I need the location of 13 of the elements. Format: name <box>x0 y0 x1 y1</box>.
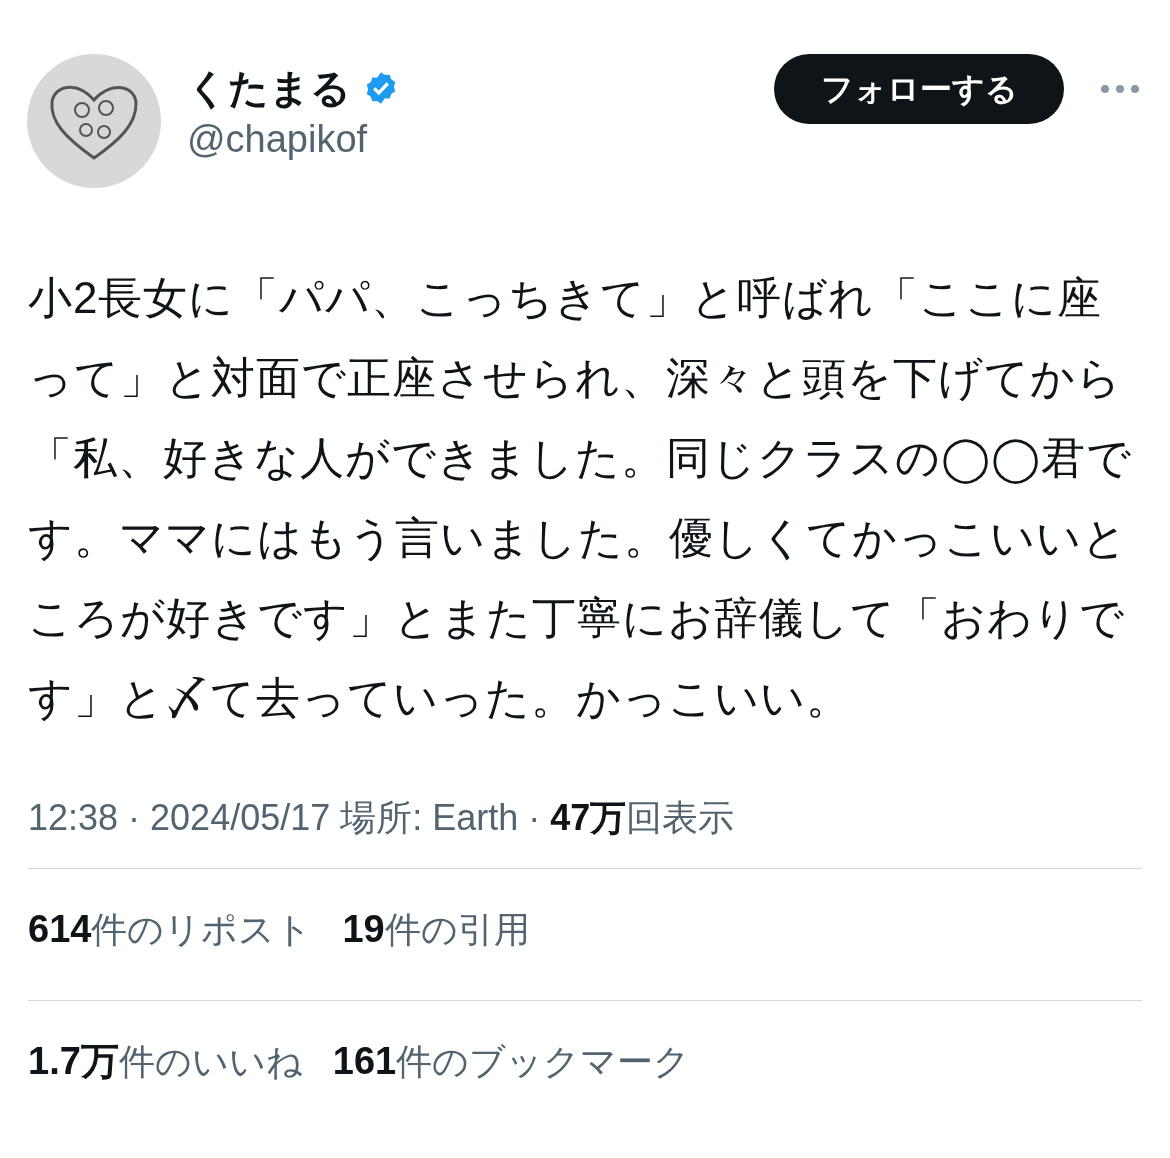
user-name: くたまる <box>187 65 351 112</box>
separator: · <box>528 796 541 840</box>
follow-button[interactable]: フォローする <box>774 54 1064 124</box>
tweet-text: 小2長女に「パパ、こっちきて」と呼ばれ「ここに座って」と対面で正座させられ、深々と頭を下げてから「私、好きな人ができました。同じクラスの◯◯君です。ママにはもう言いました。優しくてかっこいいところが好きです」とまた丁寧にお辞儀して「おわりです」と〆て去っていった。かっこいい。 <box>27 272 1133 724</box>
view-count: 47万回表示 <box>550 796 735 840</box>
more-icon[interactable] <box>1100 84 1140 94</box>
engagement-stat[interactable]: 161件のブックマーク <box>332 1033 691 1090</box>
engagement-stat[interactable]: 614件のリポスト <box>28 901 313 958</box>
engagement-stat[interactable]: 19件の引用 <box>342 901 530 958</box>
user-handle: @chapikof <box>187 117 369 162</box>
engagement-stat[interactable]: 1.7万件のいいね <box>28 1033 303 1090</box>
location: 場所: Earth <box>340 796 519 840</box>
timestamp: 12:38 · 2024/05/17 <box>28 796 331 840</box>
